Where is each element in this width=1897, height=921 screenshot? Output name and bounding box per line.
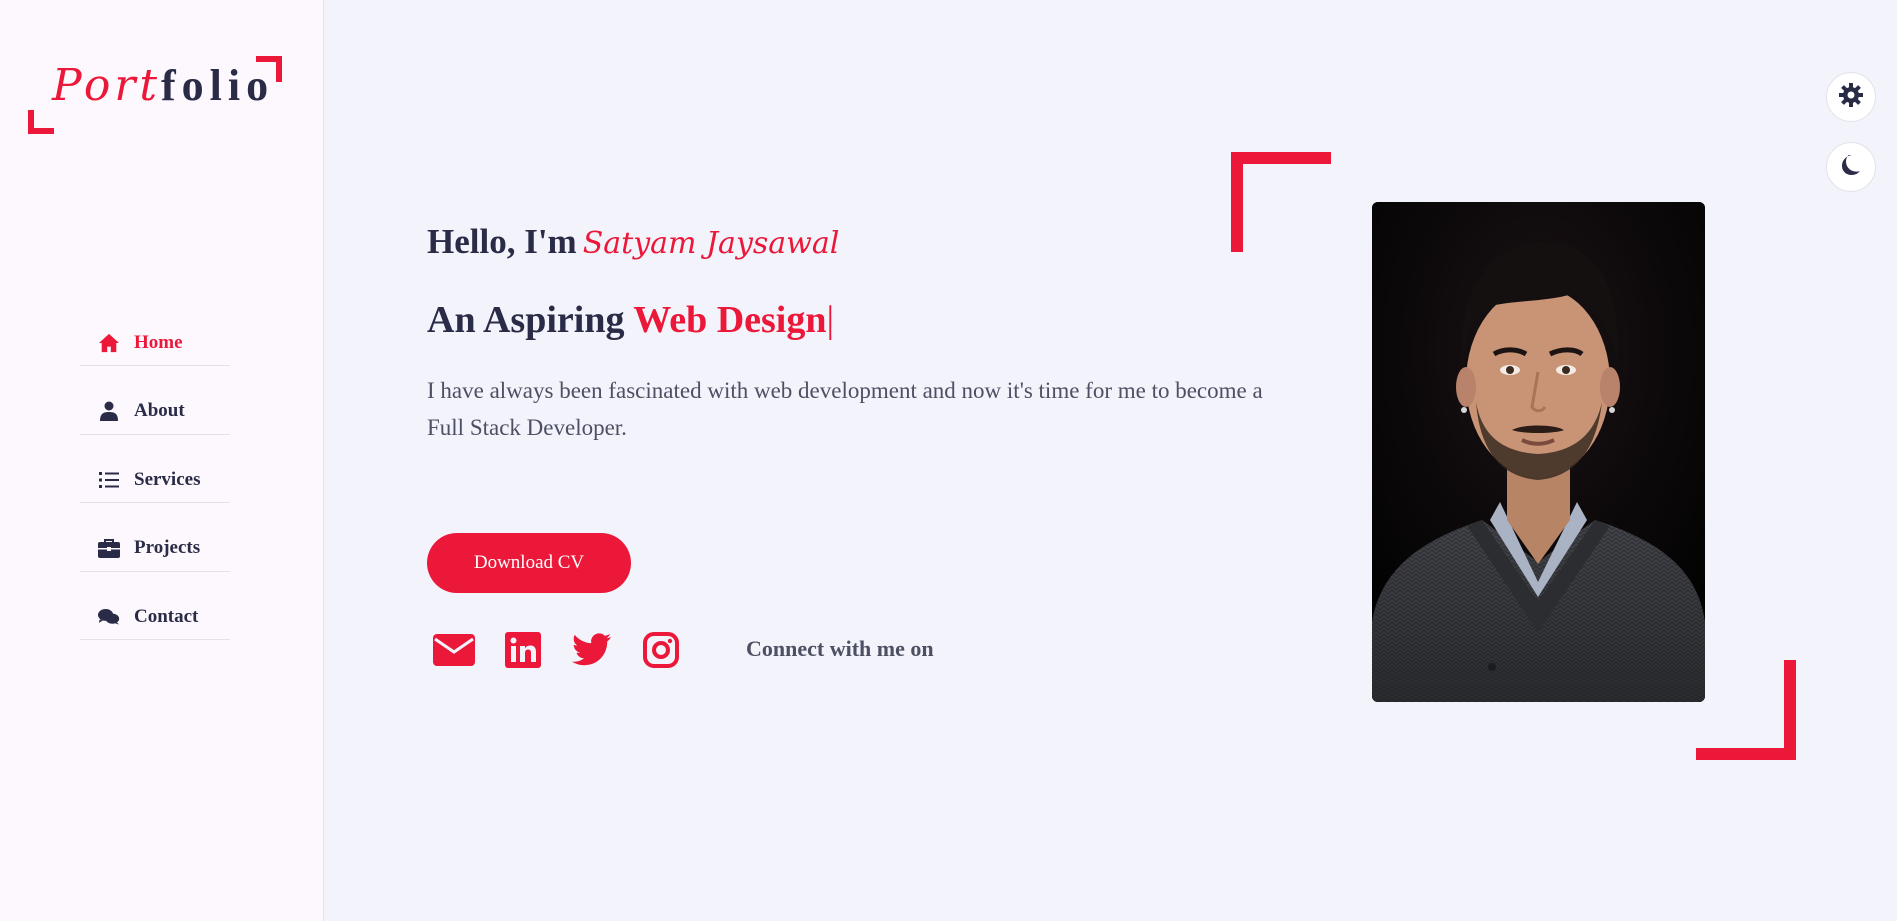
logo-text: Portfolio — [52, 60, 275, 111]
nav-item-projects[interactable]: Projects — [80, 528, 230, 572]
user-icon — [98, 400, 120, 422]
twitter-icon[interactable] — [570, 630, 614, 670]
logo-rest: folio — [161, 61, 275, 110]
nav-item-label: Home — [134, 331, 183, 353]
download-cv-button[interactable]: Download CV — [427, 533, 631, 593]
intro-paragraph: I have always been fascinated with web d… — [427, 378, 1263, 440]
frame-corner-top-left — [1231, 152, 1331, 252]
logo-script: Port — [52, 60, 162, 111]
moon-icon — [1840, 154, 1862, 181]
briefcase-icon — [98, 537, 120, 559]
list-icon — [98, 469, 120, 491]
frame-corner-bottom-right — [1696, 660, 1796, 760]
role-prefix: An Aspiring — [427, 299, 625, 341]
profile-photo — [1372, 202, 1705, 702]
nav-item-label: About — [134, 400, 185, 421]
role-heading: An Aspiring Web Design| — [427, 298, 834, 342]
gear-icon — [1838, 82, 1864, 113]
nav-item-label: Projects — [134, 537, 201, 558]
logo[interactable]: Portfolio — [28, 56, 282, 136]
logo-corner-left — [28, 110, 54, 134]
greeting-text: Hello, I'm — [427, 222, 577, 261]
main-nav: Home About Services Projects Contact — [80, 322, 230, 665]
home-icon — [98, 332, 120, 354]
comments-icon — [98, 606, 120, 628]
owner-name: Satyam Jaysawal — [582, 226, 840, 261]
envelope-icon[interactable] — [432, 630, 476, 670]
greeting-heading: Hello, I'm Satyam Jaysawal — [427, 222, 839, 262]
settings-button[interactable] — [1826, 72, 1876, 122]
nav-item-home[interactable]: Home — [80, 322, 230, 366]
nav-item-label: Services — [134, 468, 201, 490]
dark-mode-toggle[interactable] — [1826, 142, 1876, 192]
connect-label: Connect with me on — [746, 636, 934, 661]
sidebar: Portfolio Home About Services Projects C… — [0, 0, 324, 921]
nav-item-services[interactable]: Services — [80, 459, 230, 503]
nav-item-contact[interactable]: Contact — [80, 596, 230, 640]
typing-cursor: | — [826, 299, 835, 341]
instagram-icon[interactable] — [639, 630, 683, 670]
typed-role: Web Design — [633, 299, 827, 341]
nav-item-label: Contact — [134, 605, 199, 627]
social-links — [432, 630, 708, 670]
linkedin-icon[interactable] — [501, 630, 545, 670]
nav-item-about[interactable]: About — [80, 391, 230, 435]
